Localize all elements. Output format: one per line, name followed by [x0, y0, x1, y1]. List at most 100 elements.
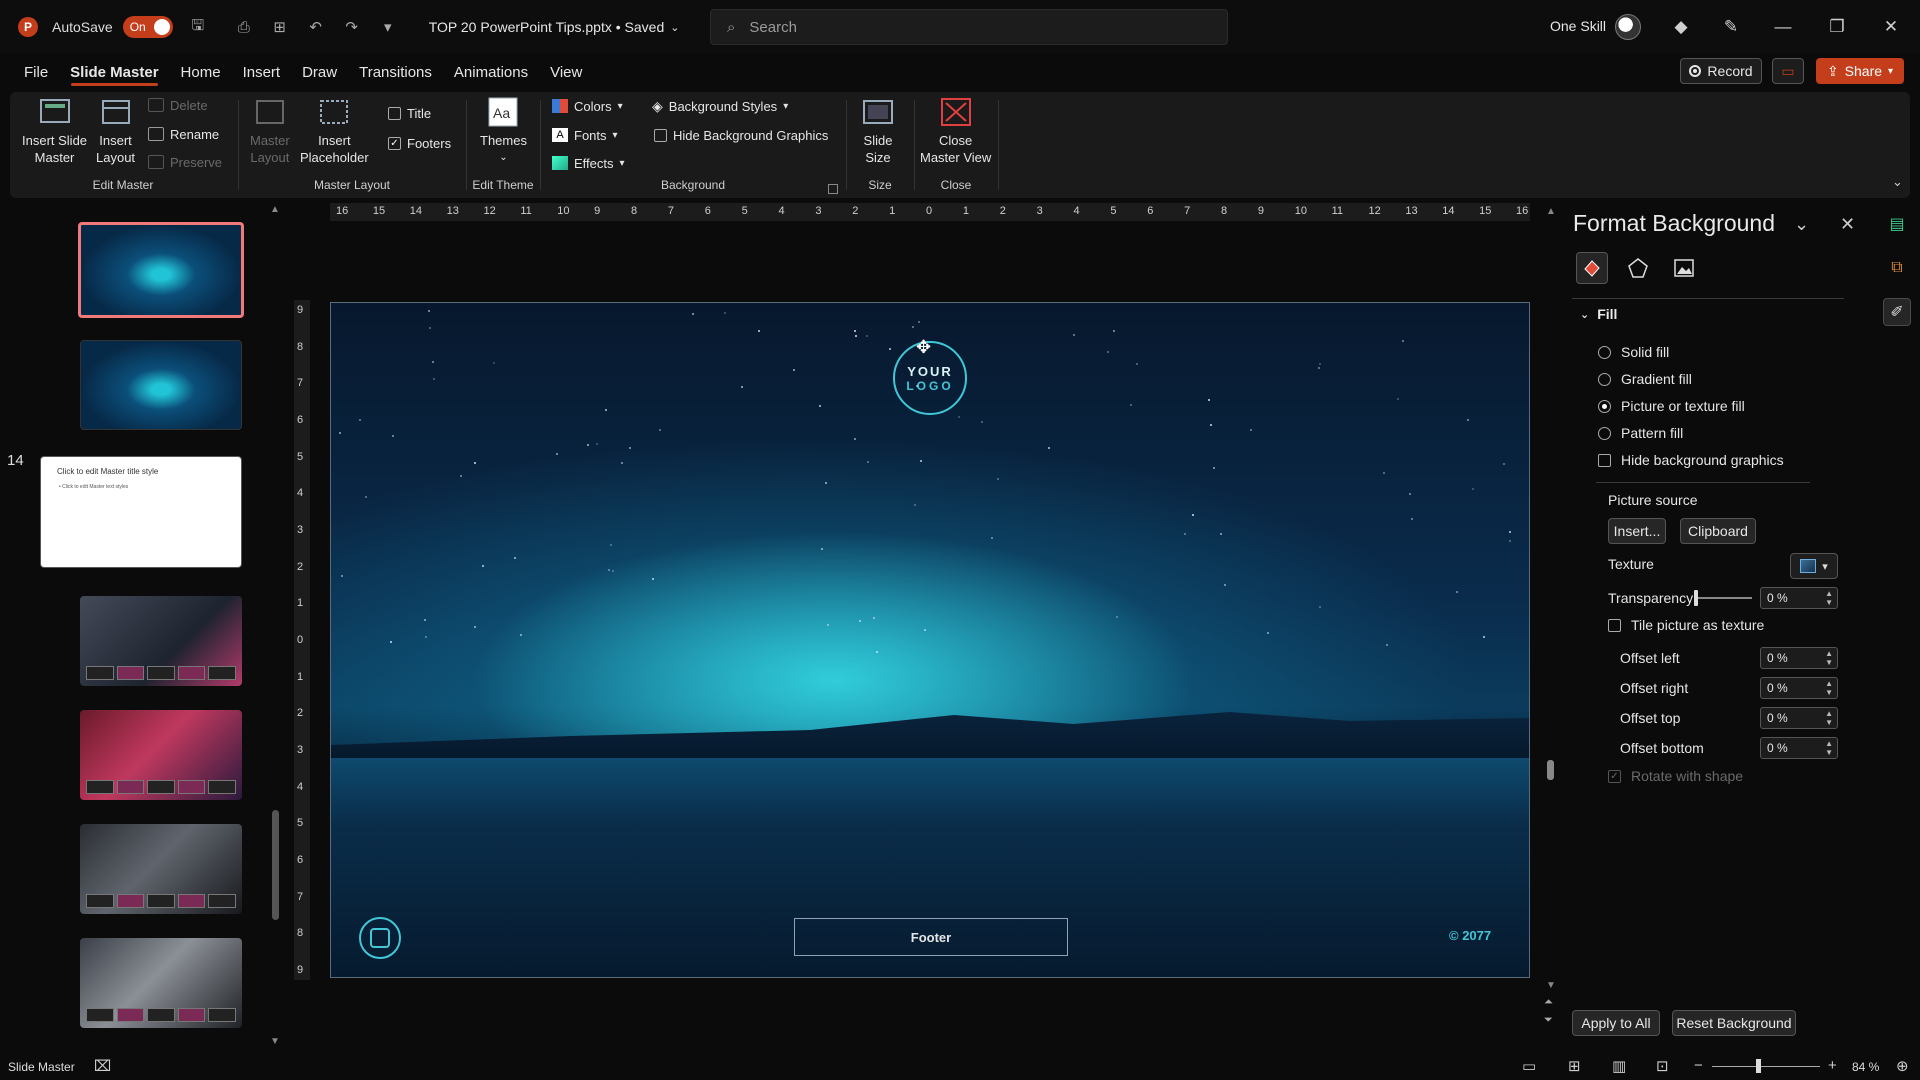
- offset-left-input[interactable]: 0 % ▲ ▼: [1760, 647, 1838, 669]
- save-icon[interactable]: 🖫: [187, 16, 209, 38]
- zoom-slider-track[interactable]: [1712, 1066, 1820, 1067]
- pane-options-chevron-icon[interactable]: ⌄: [1794, 214, 1809, 235]
- tab-file[interactable]: File: [13, 54, 59, 90]
- slide-canvas[interactable]: YOUR LOGO ✥ Footer © 2077: [330, 302, 1530, 978]
- preserve-button[interactable]: Preserve: [148, 151, 222, 173]
- selection-pane-icon[interactable]: ⧉: [1883, 254, 1911, 282]
- effects-tab-icon[interactable]: [1622, 252, 1654, 284]
- customize-quick-access-icon[interactable]: ▾: [377, 16, 399, 38]
- rename-button[interactable]: Rename: [148, 123, 219, 145]
- tab-view[interactable]: View: [539, 54, 593, 90]
- clipboard-button[interactable]: Clipboard: [1680, 518, 1756, 544]
- tab-animations[interactable]: Animations: [443, 54, 539, 90]
- apply-to-all-button[interactable]: Apply to All: [1572, 1010, 1660, 1036]
- thumbnail-layout-photo-4[interactable]: [80, 938, 242, 1028]
- fit-to-window-icon[interactable]: ⊕: [1896, 1057, 1909, 1075]
- title-checkbox[interactable]: Title: [388, 102, 431, 124]
- gradient-fill-radio[interactable]: Gradient fill: [1598, 371, 1692, 387]
- scroll-up-icon[interactable]: ▲: [1546, 206, 1556, 217]
- comments-button[interactable]: ▭: [1772, 58, 1804, 84]
- slide-scrollbar[interactable]: [1547, 760, 1554, 780]
- tab-draw[interactable]: Draw: [291, 54, 348, 90]
- tab-insert[interactable]: Insert: [232, 54, 292, 90]
- footers-checkbox[interactable]: ✓ Footers: [388, 132, 451, 154]
- redo-icon[interactable]: ↷: [341, 16, 363, 38]
- thumbnail-layout-photo-1[interactable]: [80, 596, 242, 686]
- close-master-view-button[interactable]: Close Master View: [920, 96, 991, 166]
- texture-picker-button[interactable]: ▾: [1790, 553, 1838, 579]
- corner-badge-icon[interactable]: [359, 917, 401, 959]
- delete-button[interactable]: Delete: [148, 94, 208, 116]
- tab-home[interactable]: Home: [170, 54, 232, 90]
- collapse-ribbon-icon[interactable]: ⌄: [1892, 174, 1903, 190]
- master-layout-button[interactable]: Master Layout: [250, 96, 290, 166]
- slideshow-icon[interactable]: ⊡: [1656, 1057, 1669, 1075]
- hide-background-graphics-pane-checkbox[interactable]: Hide background graphics: [1598, 452, 1784, 468]
- reading-view-icon[interactable]: ▥: [1612, 1057, 1626, 1075]
- hide-background-graphics-checkbox[interactable]: Hide Background Graphics: [654, 124, 828, 146]
- fill-tab-icon[interactable]: [1576, 252, 1608, 284]
- close-icon[interactable]: ✕: [1878, 14, 1904, 40]
- themes-button[interactable]: Aa Themes ⌄: [480, 96, 527, 166]
- picture-texture-fill-radio[interactable]: Picture or texture fill: [1598, 398, 1745, 414]
- transparency-slider-handle[interactable]: [1694, 590, 1698, 606]
- insert-layout-button[interactable]: Insert Layout: [96, 96, 135, 166]
- thumbnail-slide-master[interactable]: [78, 222, 244, 318]
- accessibility-icon[interactable]: ⌧: [94, 1057, 111, 1075]
- tab-slide-master[interactable]: Slide Master: [59, 54, 169, 90]
- pane-close-icon[interactable]: ✕: [1840, 214, 1855, 235]
- copyright-text[interactable]: © 2077: [1449, 928, 1491, 943]
- thumbnail-layout-photo-2[interactable]: [80, 710, 242, 800]
- avatar[interactable]: [1615, 14, 1641, 40]
- slide-sorter-icon[interactable]: ⊞: [1568, 1057, 1581, 1075]
- previous-slide-icon[interactable]: ⏶: [1544, 996, 1553, 1009]
- reset-background-button[interactable]: Reset Background: [1672, 1010, 1796, 1036]
- diamond-icon[interactable]: ◆: [1668, 14, 1694, 40]
- scroll-down-icon[interactable]: ▼: [1546, 980, 1556, 991]
- zoom-out-icon[interactable]: −: [1694, 1057, 1703, 1074]
- zoom-in-icon[interactable]: +: [1828, 1057, 1837, 1074]
- effects-button[interactable]: Effects ▾: [552, 152, 625, 174]
- spin-arrows-icon[interactable]: ▲ ▼: [1825, 679, 1833, 697]
- next-slide-icon[interactable]: ⏷: [1544, 1014, 1553, 1027]
- scroll-up-icon[interactable]: ▲: [270, 204, 280, 215]
- scroll-down-icon[interactable]: ▼: [270, 1036, 280, 1047]
- offset-top-input[interactable]: 0 % ▲ ▼: [1760, 707, 1838, 729]
- restore-icon[interactable]: ❐: [1824, 14, 1850, 40]
- thumbnail-layout-title-content[interactable]: Click to edit Master title style • Click…: [40, 456, 242, 568]
- footer-placeholder[interactable]: Footer: [794, 918, 1068, 956]
- fill-section-header[interactable]: ⌄ Fill: [1580, 306, 1617, 322]
- transparency-input[interactable]: 0 % ▲ ▼: [1760, 587, 1838, 609]
- spin-arrows-icon[interactable]: ▲ ▼: [1825, 649, 1833, 667]
- colors-button[interactable]: Colors ▾: [552, 95, 623, 117]
- spin-arrows-icon[interactable]: ▲ ▼: [1825, 589, 1833, 607]
- thumbnail-layout-photo-3[interactable]: [80, 824, 242, 914]
- fonts-button[interactable]: A Fonts ▾: [552, 124, 618, 146]
- designer-icon[interactable]: ▤: [1883, 210, 1911, 238]
- background-styles-button[interactable]: ◈ Background Styles ▾: [652, 95, 788, 117]
- transparency-slider-track[interactable]: [1696, 597, 1752, 599]
- offset-bottom-input[interactable]: 0 % ▲ ▼: [1760, 737, 1838, 759]
- normal-view-icon[interactable]: ▭: [1522, 1057, 1536, 1075]
- print-icon[interactable]: ⎙: [233, 16, 255, 38]
- pen-icon[interactable]: ✎: [1718, 14, 1744, 40]
- insert-slide-master-button[interactable]: Insert Slide Master: [22, 96, 87, 166]
- spin-arrows-icon[interactable]: ▲ ▼: [1825, 709, 1833, 727]
- autosave-toggle[interactable]: On: [122, 16, 173, 38]
- undo-icon[interactable]: ↶: [305, 16, 327, 38]
- tab-transitions[interactable]: Transitions: [348, 54, 443, 90]
- pattern-fill-radio[interactable]: Pattern fill: [1598, 425, 1683, 441]
- spin-arrows-icon[interactable]: ▲ ▼: [1825, 739, 1833, 757]
- layout-icon[interactable]: ⊞: [269, 16, 291, 38]
- format-background-icon[interactable]: ✐: [1883, 298, 1911, 326]
- thumbnail-layout-aurora[interactable]: [80, 340, 242, 430]
- thumbnail-scrollbar[interactable]: [272, 810, 279, 920]
- zoom-level[interactable]: 84 %: [1852, 1060, 1879, 1074]
- tile-picture-checkbox[interactable]: Tile picture as texture: [1608, 617, 1764, 633]
- picture-tab-icon[interactable]: [1668, 252, 1700, 284]
- user-name[interactable]: One Skill: [1550, 18, 1606, 34]
- zoom-slider-handle[interactable]: [1756, 1059, 1761, 1073]
- minimize-icon[interactable]: —: [1770, 14, 1796, 40]
- rotate-with-shape-checkbox[interactable]: ✓ Rotate with shape: [1608, 768, 1743, 784]
- solid-fill-radio[interactable]: Solid fill: [1598, 344, 1669, 360]
